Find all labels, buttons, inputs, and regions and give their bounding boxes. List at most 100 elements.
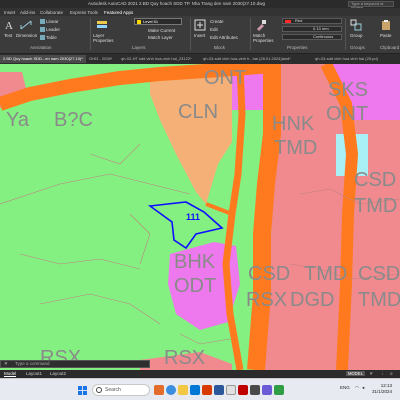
language-indicator[interactable]: ENG — [340, 385, 350, 390]
tab-layout1[interactable]: Layout1 — [26, 371, 42, 376]
group-button[interactable]: Group — [350, 33, 363, 38]
file-tab[interactable]: qh-03-sdd vinh hoa-vinh h...hai (28.01.2… — [200, 55, 294, 63]
zone-label: B?C — [54, 109, 93, 131]
system-clock[interactable]: 12:13 31/1/2024 — [372, 383, 392, 395]
panel-divider — [250, 18, 251, 50]
match-properties-icon[interactable] — [255, 19, 267, 31]
taskbar-search-input[interactable]: Search — [92, 384, 150, 396]
zone-label: TMD — [358, 289, 400, 311]
tab-collaborate[interactable]: Collaborate — [40, 10, 63, 15]
dimension-button[interactable]: Dimension — [16, 33, 37, 38]
zone-label: CSD — [248, 263, 290, 285]
table-icon — [40, 35, 45, 41]
panel-divider — [345, 18, 346, 50]
file-tab[interactable]: qh-03-sdd vinh hoa vinh hai (25.pd) — [312, 55, 381, 63]
command-line-input[interactable]: ✕ Type a command — [0, 360, 150, 368]
tab-featured-apps[interactable]: Featured Apps — [104, 10, 133, 15]
layer-properties-icon[interactable] — [96, 19, 108, 31]
annotation-panel-label: Annotation — [30, 45, 52, 50]
edit-block-button[interactable]: Edit — [210, 27, 218, 32]
panel-divider — [90, 18, 91, 50]
parcel-number: 111 — [186, 212, 200, 222]
linear-button[interactable]: Linear — [40, 19, 59, 25]
app-icon[interactable] — [154, 385, 164, 395]
word-icon[interactable] — [214, 385, 224, 395]
current-layer-value: Level 51 — [143, 19, 159, 24]
app-icon[interactable] — [262, 385, 272, 395]
office-icon[interactable] — [202, 385, 212, 395]
zone-label: Ya — [6, 109, 30, 131]
zone-label: SKS — [328, 79, 368, 101]
ribbon-tabs: Insert Add-ins Collaborate Express Tools… — [0, 8, 400, 16]
zone-label: ONT — [204, 67, 246, 89]
chrome-icon[interactable] — [226, 385, 236, 395]
snap-icon[interactable]: ⋮ — [380, 371, 385, 377]
close-icon[interactable]: ✕ — [4, 361, 8, 367]
model-space-button[interactable]: MODEL — [346, 371, 365, 376]
current-layer-dropdown[interactable]: Level 51 — [134, 18, 182, 25]
wifi-icon[interactable]: ◠ — [355, 385, 359, 391]
tab-express-tools[interactable]: Express Tools — [70, 10, 98, 15]
zone-label: TMD — [304, 263, 347, 285]
layer-color-swatch — [137, 20, 141, 24]
taskbar: Search ENG ◠ ◂ 12:13 31/1/2024 — [0, 378, 400, 400]
zone-label: RSX — [246, 289, 287, 311]
file-tab[interactable]: GHI3 - 2030* — [86, 55, 115, 63]
paste-icon[interactable] — [380, 19, 392, 31]
zone-label: RSX — [164, 347, 205, 369]
create-block-button[interactable]: Create — [210, 19, 224, 24]
windows-start-icon[interactable] — [78, 386, 87, 395]
autocad-icon[interactable] — [238, 385, 248, 395]
window-title: Autodesk AutoCAD 2021 2.BD Quy hoach SDD… — [88, 1, 265, 6]
text-icon[interactable]: A — [4, 19, 16, 31]
file-tabs: 2.BD Quy hoach SDD...en nam 2030(27.10)*… — [0, 54, 400, 64]
zone-label: CSD — [358, 263, 400, 285]
menu-icon[interactable]: ≡ — [390, 371, 393, 376]
linetype-dropdown[interactable]: Continuous — [282, 34, 342, 40]
color-swatch — [285, 20, 291, 23]
zone-label: TMD — [354, 195, 397, 217]
match-properties-button[interactable]: Match Properties — [253, 33, 274, 43]
land-use-map[interactable]: ONT CLN SKS ONT HNK TMD CSD TMD BHK ODT … — [0, 64, 400, 370]
app-icon[interactable] — [250, 385, 260, 395]
tab-layout2[interactable]: Layout2 — [50, 371, 66, 376]
linear-icon — [40, 19, 45, 25]
insert-block-button[interactable]: Insert — [194, 33, 205, 38]
leader-button[interactable]: Leader — [40, 27, 60, 33]
leader-icon — [40, 27, 45, 33]
browser-icon[interactable] — [166, 385, 176, 395]
table-button[interactable]: Table — [40, 35, 57, 41]
app-icon[interactable] — [274, 385, 284, 395]
file-explorer-icon[interactable] — [178, 385, 188, 395]
drawing-canvas[interactable]: ONT CLN SKS ONT HNK TMD CSD TMD BHK ODT … — [0, 64, 400, 370]
zone-label: ODT — [174, 275, 216, 297]
match-layer-button[interactable]: Match Layer — [148, 35, 173, 40]
group-icon[interactable] — [350, 19, 362, 31]
help-search-input[interactable]: Type a keyword or phrase — [348, 1, 394, 10]
search-icon — [96, 387, 102, 393]
dimension-icon[interactable] — [20, 19, 32, 31]
clipboard-panel-label: Clipboard — [380, 45, 400, 50]
lineweight-dropdown[interactable]: 0.13 mm — [282, 26, 342, 32]
tab-insert[interactable]: Insert — [4, 10, 15, 15]
file-tab[interactable]: qh-02-HT sdd vinh hoa-vinh hai_23122* — [118, 55, 195, 63]
layers-panel-label: Layers — [132, 45, 146, 50]
tab-model[interactable]: Model — [4, 371, 17, 377]
make-current-button[interactable]: Make Current — [148, 28, 175, 33]
volume-icon[interactable]: ◂ — [362, 385, 364, 391]
grid-icon[interactable]: # — [370, 371, 373, 376]
zone-label: DGD — [290, 289, 334, 311]
file-tab[interactable]: 2.BD Quy hoach SDD...en nam 2030(27.10)* — [0, 55, 86, 63]
zone-label: HNK — [272, 113, 315, 135]
title-bar: Autodesk AutoCAD 2021 2.BD Quy hoach SDD… — [0, 0, 400, 10]
text-button[interactable]: Text — [4, 33, 12, 38]
insert-block-icon[interactable] — [194, 19, 206, 31]
block-panel-label: Block — [214, 45, 226, 50]
store-icon[interactable] — [190, 385, 200, 395]
paste-button[interactable]: Paste — [380, 33, 392, 38]
edit-attributes-button[interactable]: Edit Attributes — [210, 35, 238, 40]
status-bar: Model Layout1 Layout2 MODEL # ⋮ ≡ — [0, 370, 400, 378]
tab-addins[interactable]: Add-ins — [20, 10, 35, 15]
color-dropdown[interactable]: Red — [282, 18, 342, 24]
layer-properties-button[interactable]: Layer Properties — [93, 33, 115, 43]
